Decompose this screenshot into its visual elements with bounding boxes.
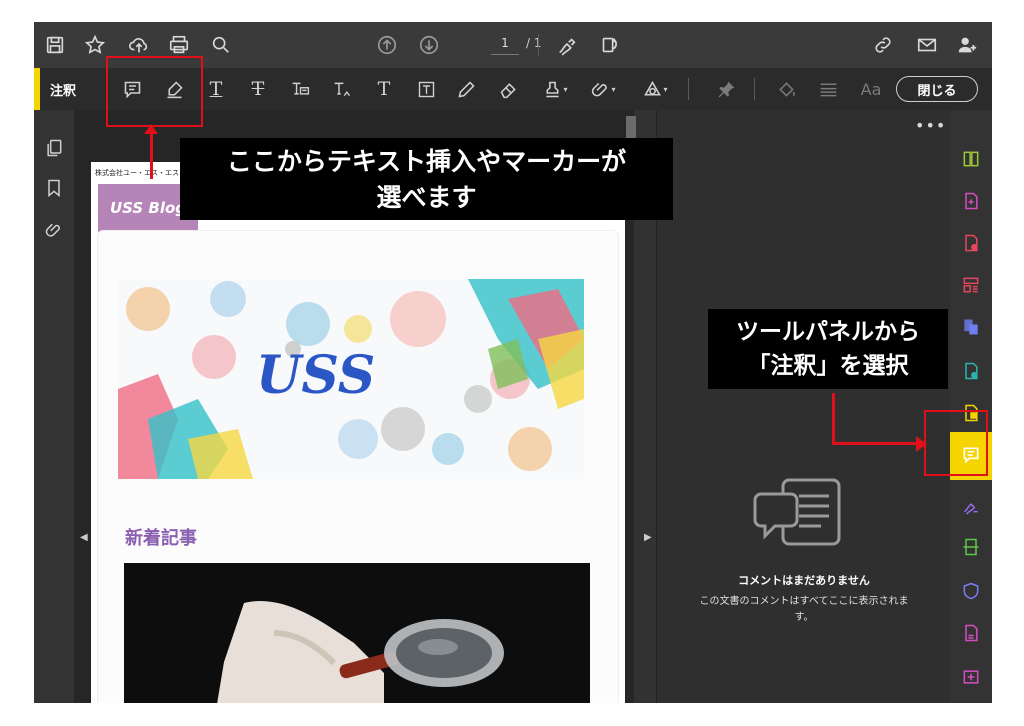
callout-arrow-line — [150, 127, 153, 179]
add-text-icon[interactable]: T — [372, 77, 396, 101]
pdf-page: 株式会社ユー・エス・エス USS Blog USS 新着記事 — [91, 162, 625, 703]
callout-arrow-line — [832, 442, 920, 445]
strikethrough-text-icon[interactable]: T — [246, 77, 270, 101]
sign-pen-icon[interactable] — [554, 32, 580, 58]
underline-text-icon[interactable]: T — [204, 77, 228, 101]
blog-banner-image: USS — [118, 279, 584, 479]
comments-empty-title: コメントはまだありません — [738, 574, 870, 587]
active-tool-accent — [34, 68, 40, 110]
banner-logo-text: USS — [256, 345, 376, 406]
callout-arrow-head — [144, 124, 158, 134]
page-total-label: / 1 — [526, 36, 542, 50]
page-header-text: 株式会社ユー・エス・エス — [95, 169, 179, 177]
callout-right-line1: ツールパネルから — [736, 319, 920, 345]
magnifier-photo — [124, 563, 590, 703]
more-options-icon[interactable]: ••• — [915, 116, 946, 135]
callout-arrow-line — [832, 393, 835, 445]
collapse-right-panel-icon[interactable]: ▶ — [644, 532, 652, 543]
attach-file-dropdown-icon[interactable]: ▾ — [586, 77, 620, 101]
callout-top-line2: 選べます — [376, 183, 477, 212]
save-icon[interactable] — [42, 32, 68, 58]
protect-icon[interactable] — [960, 580, 982, 602]
insert-text-icon[interactable] — [330, 77, 354, 101]
rotate-page-icon[interactable] — [596, 32, 622, 58]
toolbar-divider — [538, 34, 539, 56]
callout-right-line2: 「注釈」を選択 — [747, 353, 909, 379]
pin-icon[interactable] — [714, 77, 738, 101]
eraser-icon[interactable] — [496, 77, 520, 101]
text-box-icon[interactable] — [414, 77, 438, 101]
print-icon[interactable] — [166, 32, 192, 58]
callout-tools-panel: ツールパネルから 「注釈」を選択 — [708, 309, 948, 389]
highlight-box-comment-tool — [924, 410, 988, 476]
tools-rail — [950, 110, 992, 703]
export-pdf-icon[interactable] — [960, 232, 982, 254]
combine-files-icon[interactable] — [960, 316, 982, 338]
fill-color-icon[interactable] — [774, 77, 798, 101]
left-navigation-rail — [34, 110, 75, 703]
comments-empty-description: この文書のコメントはすべてここに表示されます。 — [699, 596, 909, 623]
comments-empty-icon — [753, 472, 849, 556]
toolbar-divider — [688, 78, 689, 100]
edit-pdf-icon[interactable] — [960, 360, 982, 382]
page-number-input[interactable]: 1 — [491, 36, 519, 55]
page-up-icon[interactable] — [374, 32, 400, 58]
zoom-search-icon[interactable] — [208, 32, 234, 58]
comments-panel: ••• コメントはまだありません この文書のコメントはすべてここに表示されます。 — [656, 110, 951, 703]
bookmark-icon[interactable] — [42, 176, 66, 200]
collapse-left-panel-icon[interactable]: ◀ — [80, 532, 88, 543]
shapes-dropdown-icon[interactable]: ▾ — [638, 77, 672, 101]
callout-annotation-tools: ここからテキスト挿入やマーカーが 選べます — [180, 138, 673, 220]
close-annotation-button[interactable]: 閉じる — [896, 76, 978, 102]
callout-top-line1: ここからテキスト挿入やマーカーが — [226, 147, 627, 176]
pdf-icon[interactable] — [960, 622, 982, 644]
page-down-icon[interactable] — [416, 32, 442, 58]
section-title: 新着記事 — [125, 528, 197, 549]
pencil-icon[interactable] — [454, 77, 478, 101]
fill-sign-icon[interactable] — [960, 494, 982, 516]
stamp-dropdown-icon[interactable]: ▾ — [538, 77, 572, 101]
page-thumbnails-icon[interactable] — [42, 136, 66, 160]
share-link-icon[interactable] — [870, 32, 896, 58]
email-icon[interactable] — [914, 32, 940, 58]
redact-icon[interactable] — [960, 666, 982, 688]
line-style-icon[interactable] — [816, 77, 840, 101]
replace-text-icon[interactable] — [288, 77, 312, 101]
add-user-icon[interactable] — [954, 32, 980, 58]
compare-icon[interactable] — [960, 148, 982, 170]
organize-pages-icon[interactable] — [960, 274, 982, 296]
article-photo — [124, 563, 590, 703]
star-icon[interactable] — [82, 32, 108, 58]
cloud-upload-icon[interactable] — [126, 32, 152, 58]
toolbar-divider — [754, 78, 755, 100]
annotation-mode-label: 注釈 — [50, 84, 77, 99]
create-pdf-icon[interactable] — [960, 190, 982, 212]
attachments-icon[interactable] — [42, 218, 66, 242]
highlight-box-annotation-tools — [106, 56, 203, 127]
scan-icon[interactable] — [960, 536, 982, 558]
font-style-button[interactable]: Aa — [856, 77, 886, 101]
